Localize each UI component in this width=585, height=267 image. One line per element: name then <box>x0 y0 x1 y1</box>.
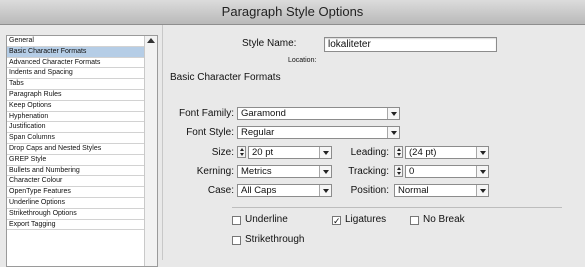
style-name-input[interactable]: lokaliteter <box>324 37 497 52</box>
style-name-label: Style Name: <box>242 38 297 49</box>
sidebar-item[interactable]: OpenType Features <box>7 187 144 198</box>
chevron-down-icon <box>387 127 399 138</box>
sidebar-item[interactable]: Character Colour <box>7 176 144 188</box>
ligatures-checkbox[interactable]: ✓ <box>332 216 341 226</box>
sidebar-item[interactable]: Hyphenation <box>7 112 144 123</box>
sidebar-item[interactable]: Paragraph Rules <box>7 90 144 101</box>
font-family-label: Font Family: <box>178 108 234 119</box>
leading-label: Leading: <box>350 147 389 158</box>
sidebar-item[interactable]: Drop Caps and Nested Styles <box>7 144 144 155</box>
ligatures-label: Ligatures <box>345 214 387 225</box>
chevron-down-icon <box>319 147 331 158</box>
sidebar-item[interactable]: Indents and Spacing <box>7 68 144 80</box>
font-family-value: Garamond <box>241 108 286 119</box>
tracking-select[interactable]: 0 <box>405 165 489 178</box>
chevron-down-icon <box>319 185 331 196</box>
font-style-label: Font Style: <box>186 127 234 138</box>
chevron-down-icon <box>319 166 331 177</box>
sidebar-item[interactable]: Tabs <box>7 79 144 90</box>
tracking-label: Tracking: <box>348 166 389 177</box>
sidebar-item[interactable]: Basic Character Formats <box>7 46 144 58</box>
kerning-select[interactable]: Metrics <box>237 165 332 178</box>
strikethrough-checkbox[interactable] <box>232 236 241 245</box>
category-list: General Basic Character Formats Advanced C… <box>6 35 158 267</box>
chevron-down-icon <box>476 166 488 177</box>
window-title: Paragraph Style Options <box>0 0 585 25</box>
font-style-select[interactable]: Regular <box>237 126 400 139</box>
size-label: Size: <box>211 147 234 158</box>
font-style-value: Regular <box>241 127 275 138</box>
size-stepper[interactable] <box>237 146 246 158</box>
underline-checkbox[interactable] <box>232 216 241 225</box>
case-select[interactable]: All Caps <box>237 184 332 197</box>
sidebar-item[interactable]: GREP Style <box>7 155 144 166</box>
strikethrough-label: Strikethrough <box>245 234 305 245</box>
sidebar-item[interactable]: Strikethrough Options <box>7 209 144 220</box>
underline-label: Underline <box>245 214 288 225</box>
sidebar-item[interactable]: Export Tagging <box>7 220 144 231</box>
scroll-up-icon[interactable] <box>147 38 155 43</box>
tracking-value: 0 <box>409 166 415 177</box>
chevron-down-icon <box>476 185 488 196</box>
checkmark-icon: ✓ <box>333 216 341 226</box>
case-value: All Caps <box>241 185 277 196</box>
leading-select[interactable]: (24 pt) <box>405 146 489 159</box>
kerning-label: Kerning: <box>196 166 234 177</box>
dialog-panel: General Basic Character Formats Advanced C… <box>0 25 585 267</box>
sidebar-item[interactable]: Keep Options <box>7 101 144 112</box>
tracking-stepper[interactable] <box>394 165 403 177</box>
section-title: Basic Character Formats <box>170 72 281 83</box>
sidebar-item[interactable]: General <box>7 36 144 47</box>
category-scrollbar[interactable] <box>144 36 157 266</box>
sidebar-item[interactable]: Underline Options <box>7 198 144 209</box>
no-break-checkbox[interactable] <box>410 216 419 225</box>
section-divider <box>232 207 562 208</box>
case-label: Case: <box>207 185 234 196</box>
position-label: Position: <box>350 185 389 196</box>
position-select[interactable]: Normal <box>394 184 489 197</box>
chevron-down-icon <box>476 147 488 158</box>
sidebar-item[interactable]: Bullets and Numbering <box>7 166 144 177</box>
chevron-down-icon <box>387 108 399 119</box>
sidebar-item[interactable]: Justification <box>7 122 144 134</box>
size-select[interactable]: 20 pt <box>248 146 332 159</box>
position-value: Normal <box>398 185 429 196</box>
sidebar-item[interactable]: Span Columns <box>7 133 144 144</box>
size-value: 20 pt <box>252 147 274 158</box>
leading-value: (24 pt) <box>409 147 437 158</box>
leading-stepper[interactable] <box>394 146 403 158</box>
vertical-divider <box>162 25 163 260</box>
no-break-label: No Break <box>423 214 465 225</box>
kerning-value: Metrics <box>241 166 272 177</box>
category-list-items: General Basic Character Formats Advanced C… <box>7 36 144 231</box>
sidebar-item[interactable]: Advanced Character Formats <box>7 58 144 69</box>
font-family-select[interactable]: Garamond <box>237 107 400 120</box>
location-label: Location: <box>288 57 317 64</box>
